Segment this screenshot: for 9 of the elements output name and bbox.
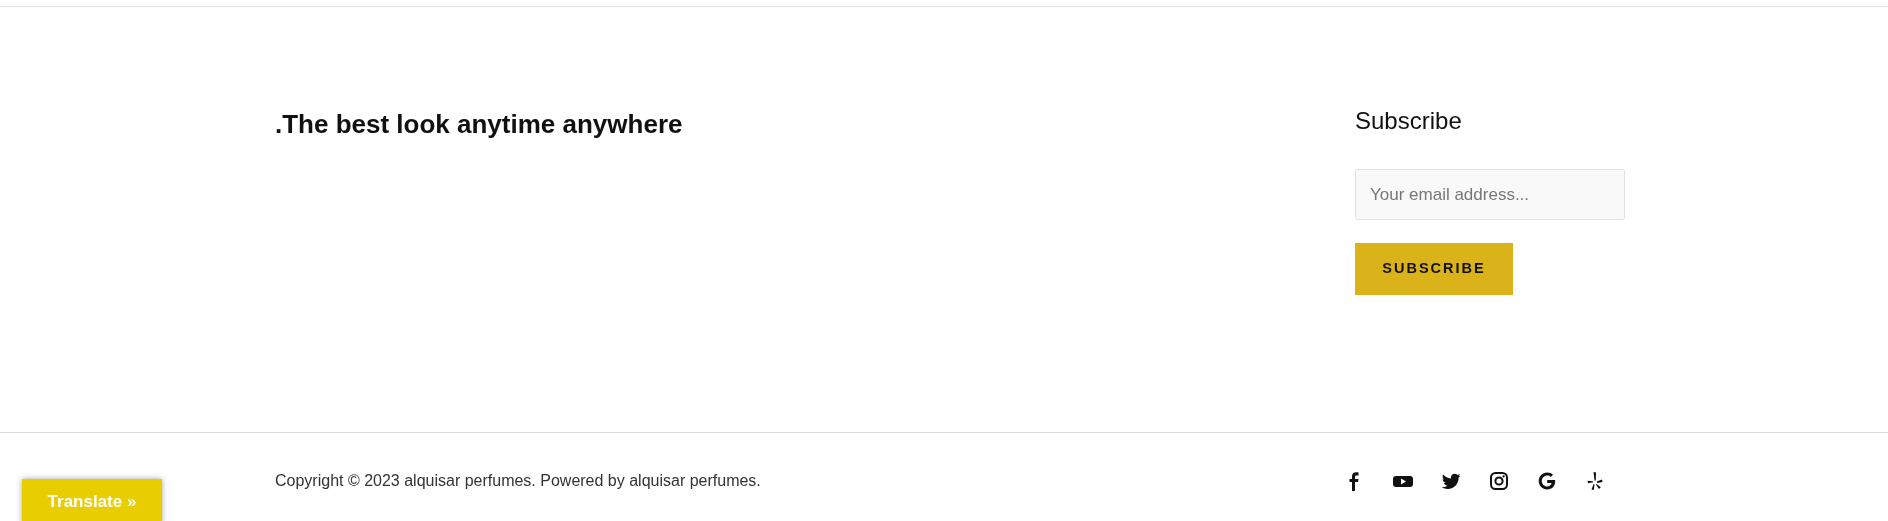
google-icon[interactable]	[1537, 471, 1557, 491]
twitter-icon[interactable]	[1441, 471, 1461, 491]
subscribe-heading: Subscribe	[1355, 106, 1463, 136]
email-field[interactable]: Your email address...	[1355, 169, 1625, 220]
tagline: .The best look anytime anywhere	[275, 108, 683, 141]
yelp-icon[interactable]	[1585, 471, 1605, 491]
copyright-text: Copyright © 2023 alquisar perfumes. Powered by alquisar perfumes.	[275, 471, 761, 491]
subscribe-button[interactable]: SUBSCRIBE	[1355, 243, 1513, 295]
instagram-icon[interactable]	[1489, 471, 1509, 491]
